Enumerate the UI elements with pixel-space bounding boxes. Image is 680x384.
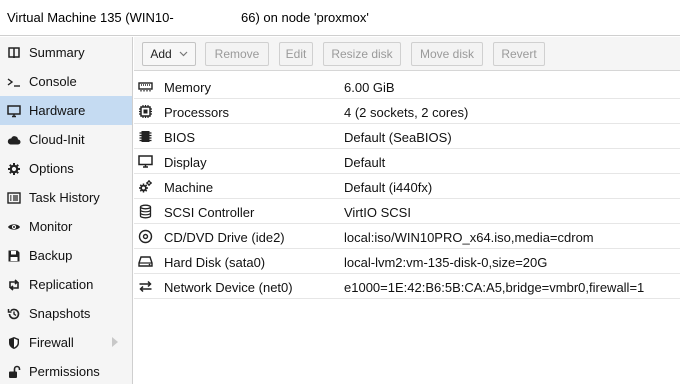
hardware-name: CD/DVD Drive (ide2) (164, 230, 285, 245)
unlock-icon (6, 364, 22, 380)
sidebar-item-snapshots[interactable]: Snapshots (0, 299, 132, 328)
database-icon (137, 203, 153, 219)
hardware-value: Default (SeaBIOS) (344, 130, 452, 145)
hardware-name: Machine (164, 180, 214, 195)
chip-icon (137, 128, 153, 144)
sidebar-item-cloud-init[interactable]: Cloud-Init (0, 125, 132, 154)
harddisk-icon (137, 253, 153, 269)
sidebar-item-label: Options (29, 161, 74, 176)
sidebar: Summary Console Hardware Cloud-Init Opti… (0, 37, 133, 384)
eye-icon (6, 219, 22, 235)
hardware-row-network-device[interactable]: Network Device (net0) e1000=1E:42:B6:5B:… (134, 274, 680, 299)
sidebar-item-label: Backup (29, 248, 73, 263)
sidebar-item-monitor[interactable]: Monitor (0, 212, 132, 241)
sidebar-item-backup[interactable]: Backup (0, 241, 132, 270)
cogs-icon (137, 178, 153, 194)
window-title-right: 66) on node 'proxmox' (241, 10, 369, 25)
sidebar-item-task-history[interactable]: Task History (0, 183, 132, 212)
sidebar-item-summary[interactable]: Summary (0, 38, 132, 67)
chevron-down-icon (179, 51, 188, 57)
floppy-icon (6, 248, 22, 264)
hardware-row-cd-dvd-drive[interactable]: CD/DVD Drive (ide2) local:iso/WIN10PRO_x… (134, 224, 680, 249)
hardware-value: Default (i440fx) (344, 180, 433, 195)
window-title-left: Virtual Machine 135 (WIN10- (7, 10, 174, 25)
sidebar-item-label: Cloud-Init (29, 132, 85, 147)
sidebar-item-label: Permissions (29, 364, 100, 379)
sidebar-item-firewall[interactable]: Firewall (0, 328, 132, 357)
sidebar-item-hardware[interactable]: Hardware (0, 96, 132, 125)
hardware-name: SCSI Controller (164, 205, 255, 220)
hardware-value: e1000=1E:42:B6:5B:CA:A5,bridge=vmbr0,fir… (344, 280, 645, 295)
sidebar-item-console[interactable]: Console (0, 67, 132, 96)
sidebar-item-label: Console (29, 74, 77, 89)
sidebar-item-label: Firewall (29, 335, 74, 350)
sidebar-item-label: Summary (29, 45, 85, 60)
hardware-row-display[interactable]: Display Default (134, 149, 680, 174)
desktop-icon (6, 103, 22, 119)
terminal-icon (6, 74, 22, 90)
sidebar-item-options[interactable]: Options (0, 154, 132, 183)
edit-button[interactable]: Edit (279, 42, 313, 66)
sidebar-item-permissions[interactable]: Permissions (0, 357, 132, 384)
retweet-icon (6, 277, 22, 293)
hardware-value: VirtIO SCSI (344, 205, 411, 220)
expand-arrow-icon[interactable] (112, 337, 118, 347)
cpu-icon (137, 103, 153, 119)
hardware-row-bios[interactable]: BIOS Default (SeaBIOS) (134, 124, 680, 149)
disc-icon (137, 228, 153, 244)
list-icon (6, 190, 22, 206)
memory-icon (137, 78, 153, 94)
shield-icon (6, 335, 22, 351)
cloud-icon (6, 132, 22, 148)
move-disk-button[interactable]: Move disk (411, 42, 483, 66)
hardware-name: Hard Disk (sata0) (164, 255, 266, 270)
exchange-icon (137, 278, 153, 294)
hardware-value: Default (344, 155, 386, 170)
hardware-name: Memory (164, 80, 211, 95)
hardware-row-memory[interactable]: Memory 6.00 GiB (134, 74, 680, 99)
gear-icon (6, 161, 22, 177)
window-titlebar: Virtual Machine 135 (WIN10- 66) on node … (0, 0, 680, 36)
sidebar-item-replication[interactable]: Replication (0, 270, 132, 299)
hardware-toolbar: Add Remove Edit Resize disk Move disk Re… (134, 37, 680, 71)
sidebar-item-label: Task History (29, 190, 100, 205)
hardware-name: Processors (164, 105, 230, 120)
hardware-value: local:iso/WIN10PRO_x64.iso,media=cdrom (344, 230, 594, 245)
history-icon (6, 306, 22, 322)
hardware-name: Display (164, 155, 207, 170)
sidebar-item-label: Hardware (29, 103, 86, 118)
resize-disk-button[interactable]: Resize disk (323, 42, 401, 66)
sidebar-item-label: Monitor (29, 219, 73, 234)
hardware-row-processors[interactable]: Processors 4 (2 sockets, 2 cores) (134, 99, 680, 124)
revert-button[interactable]: Revert (493, 42, 545, 66)
add-button-label: Add (150, 47, 172, 61)
hardware-name: BIOS (164, 130, 196, 145)
hardware-row-scsi-controller[interactable]: SCSI Controller VirtIO SCSI (134, 199, 680, 224)
hardware-name: Network Device (net0) (164, 280, 293, 295)
book-icon (6, 45, 22, 61)
sidebar-item-label: Snapshots (29, 306, 91, 321)
hardware-value: local-lvm2:vm-135-disk-0,size=20G (344, 255, 548, 270)
add-button[interactable]: Add (142, 42, 196, 66)
hardware-row-hard-disk[interactable]: Hard Disk (sata0) local-lvm2:vm-135-disk… (134, 249, 680, 274)
sidebar-item-label: Replication (29, 277, 94, 292)
hardware-value: 6.00 GiB (344, 80, 395, 95)
hardware-row-machine[interactable]: Machine Default (i440fx) (134, 174, 680, 199)
hardware-value: 4 (2 sockets, 2 cores) (344, 105, 469, 120)
remove-button[interactable]: Remove (205, 42, 269, 66)
monitor-icon (137, 153, 153, 169)
